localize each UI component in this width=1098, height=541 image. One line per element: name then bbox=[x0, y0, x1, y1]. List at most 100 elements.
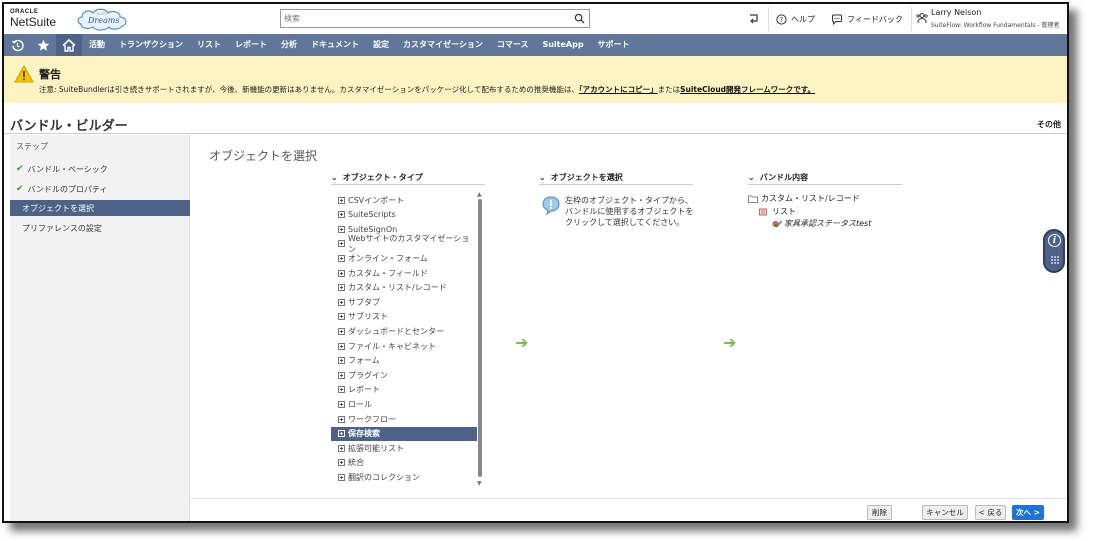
tree-root-label: カスタム・リスト/レコード bbox=[761, 194, 860, 203]
bundle-contents-header[interactable]: ⌄ バンドル内容 bbox=[748, 171, 902, 185]
object-type-item[interactable]: サブタブ bbox=[331, 295, 477, 309]
object-type-item[interactable]: 拡張可能リスト bbox=[331, 441, 477, 455]
expand-plus-icon bbox=[338, 240, 345, 248]
chevron-down-icon: ⌄ bbox=[539, 173, 546, 182]
object-type-label: ファイル・キャビネット bbox=[348, 341, 436, 351]
nav-support[interactable]: サポート bbox=[591, 34, 637, 56]
object-type-item[interactable]: SuiteScripts bbox=[331, 208, 477, 222]
object-type-item[interactable]: プラグイン bbox=[331, 368, 477, 382]
nav-activities[interactable]: 活動 bbox=[82, 34, 112, 56]
nav-setup[interactable]: 設定 bbox=[366, 34, 396, 56]
object-type-label: 統合 bbox=[348, 458, 364, 468]
step-bundle-properties[interactable]: ✔ バンドルのプロパティ bbox=[10, 181, 190, 197]
object-type-item[interactable]: カスタム・フィールド bbox=[331, 266, 477, 280]
shortcuts-nav-button[interactable] bbox=[30, 34, 56, 56]
user-role[interactable]: SuiteFlow: Workflow Fundamentals - 管理者 bbox=[931, 20, 1059, 29]
select-object-header[interactable]: ⌄ オブジェクトを選択 bbox=[539, 171, 693, 185]
feedback-link[interactable]: フィードバック bbox=[831, 12, 903, 26]
object-type-item[interactable]: Webサイトのカスタマイゼーション bbox=[331, 234, 477, 254]
step-set-preferences[interactable]: プリファレンスの設定 bbox=[10, 220, 190, 236]
object-type-item[interactable]: カスタム・リスト/レコード bbox=[331, 281, 477, 295]
object-type-item-selected[interactable]: 保存検索 bbox=[331, 426, 477, 441]
nav-transactions[interactable]: トランザクション bbox=[112, 34, 190, 56]
nav-suiteapp[interactable]: SuiteApp bbox=[535, 34, 590, 56]
help-label: ヘルプ bbox=[791, 14, 815, 24]
warning-icon bbox=[14, 65, 34, 83]
nav-commerce[interactable]: コマース bbox=[490, 34, 536, 56]
step-select-objects[interactable]: オブジェクトを選択 bbox=[10, 200, 190, 216]
tree-leaf-label: 家具承認ステータスtest bbox=[784, 219, 872, 228]
back-button[interactable]: < 戻る bbox=[975, 505, 1006, 520]
nav-analytics[interactable]: 分析 bbox=[274, 34, 304, 56]
delete-button[interactable]: 削除 bbox=[867, 505, 892, 520]
object-type-label: サブタブ bbox=[348, 297, 380, 307]
object-type-item[interactable]: ダッシュボードとセンター bbox=[331, 324, 477, 338]
sdf-link[interactable]: SuiteCloud開発フレームワークです。 bbox=[680, 85, 815, 94]
object-type-item[interactable]: フォーム bbox=[331, 354, 477, 368]
object-type-item[interactable]: サブリスト bbox=[331, 310, 477, 324]
tree-node-list[interactable]: リスト bbox=[759, 206, 796, 217]
nav-lists[interactable]: リスト bbox=[190, 34, 228, 56]
dreams-logo-text: Dreams bbox=[87, 16, 119, 25]
expand-plus-icon bbox=[338, 459, 345, 467]
global-search[interactable] bbox=[280, 9, 590, 28]
nav-documents[interactable]: ドキュメント bbox=[304, 34, 366, 56]
cancel-button[interactable]: キャンセル bbox=[922, 505, 968, 520]
object-type-item[interactable]: CSVインポート bbox=[331, 193, 477, 207]
info-icon[interactable]: i bbox=[1048, 234, 1061, 247]
object-type-item[interactable]: 統合 bbox=[331, 456, 477, 470]
object-type-item[interactable]: ワークフロー bbox=[331, 412, 477, 426]
tree-node-root[interactable]: カスタム・リスト/レコード bbox=[748, 193, 860, 204]
step-label: バンドル・ベーシック bbox=[27, 164, 108, 174]
help-link[interactable]: ? ヘルプ bbox=[776, 12, 815, 26]
copy-to-account-link[interactable]: 「アカウントにコピー」 bbox=[579, 85, 658, 94]
object-type-item[interactable]: ロール bbox=[331, 397, 477, 411]
select-object-header-label: オブジェクトを選択 bbox=[550, 173, 623, 182]
scroll-thumb[interactable] bbox=[478, 199, 482, 477]
user-name[interactable]: Larry Nelson bbox=[931, 8, 981, 17]
home-nav-button[interactable] bbox=[56, 34, 82, 56]
object-type-label: ワークフロー bbox=[348, 414, 396, 424]
object-type-header-label: オブジェクト・タイプ bbox=[342, 173, 423, 182]
side-help-widget[interactable]: i bbox=[1043, 229, 1065, 273]
object-type-item[interactable]: レポート bbox=[331, 383, 477, 397]
netsuite-logo-text[interactable]: NetSuite bbox=[10, 15, 56, 29]
object-type-item[interactable]: 翻訳のコレクション bbox=[331, 470, 477, 484]
more-menu[interactable]: その他 bbox=[1037, 119, 1061, 130]
object-type-label: ロール bbox=[348, 399, 372, 409]
arrow-right-icon: ➔ bbox=[723, 333, 737, 352]
next-button[interactable]: 次へ > bbox=[1012, 505, 1044, 520]
apps-grid-icon[interactable] bbox=[1050, 255, 1060, 265]
page-title: バンドル・ビルダー bbox=[10, 119, 128, 134]
scroll-up-arrow-icon[interactable]: ▲ bbox=[477, 191, 482, 198]
object-list-scrollbar[interactable]: ▲ ▼ bbox=[477, 191, 483, 487]
app-window: ORACLE NetSuite SUITE Dreams ? ヘルプ bbox=[2, 2, 1069, 523]
step-bundle-basics[interactable]: ✔ バンドル・ベーシック bbox=[10, 161, 190, 177]
title-divider bbox=[4, 133, 1067, 134]
nav-reports[interactable]: レポート bbox=[228, 34, 274, 56]
expand-plus-icon bbox=[338, 444, 345, 452]
tree-node-leaf[interactable]: 家具承認ステータスtest bbox=[772, 218, 871, 229]
expand-plus-icon bbox=[338, 357, 345, 365]
clock-history-icon bbox=[11, 39, 24, 51]
scroll-down-arrow-icon[interactable]: ▼ bbox=[477, 480, 482, 487]
user-roles-icon[interactable] bbox=[916, 12, 928, 24]
object-type-item[interactable]: オンライン・フォーム bbox=[331, 251, 477, 265]
header-divider bbox=[911, 7, 912, 31]
object-type-header[interactable]: ⌄ オブジェクト・タイプ bbox=[331, 171, 485, 185]
search-icon[interactable] bbox=[574, 13, 585, 24]
step-label: バンドルのプロパティ bbox=[27, 184, 108, 194]
expand-plus-icon bbox=[338, 225, 345, 233]
recent-nav-button[interactable] bbox=[4, 34, 30, 56]
info-text: 左枠のオブジェクト・タイプから、バンドルに使用するオブジェクトをクリックして選択… bbox=[565, 196, 694, 227]
help-icon: ? bbox=[776, 13, 787, 25]
warning-text-mid: または bbox=[657, 85, 681, 94]
expand-plus-icon bbox=[338, 327, 345, 335]
object-type-label: レポート bbox=[348, 385, 380, 395]
recent-records-icon[interactable] bbox=[747, 12, 760, 25]
expand-plus-icon bbox=[338, 342, 345, 350]
object-type-item[interactable]: ファイル・キャビネット bbox=[331, 339, 477, 353]
nav-customization[interactable]: カスタマイゼーション bbox=[396, 34, 490, 56]
search-input[interactable] bbox=[281, 10, 561, 27]
object-type-label: オンライン・フォーム bbox=[348, 253, 428, 263]
